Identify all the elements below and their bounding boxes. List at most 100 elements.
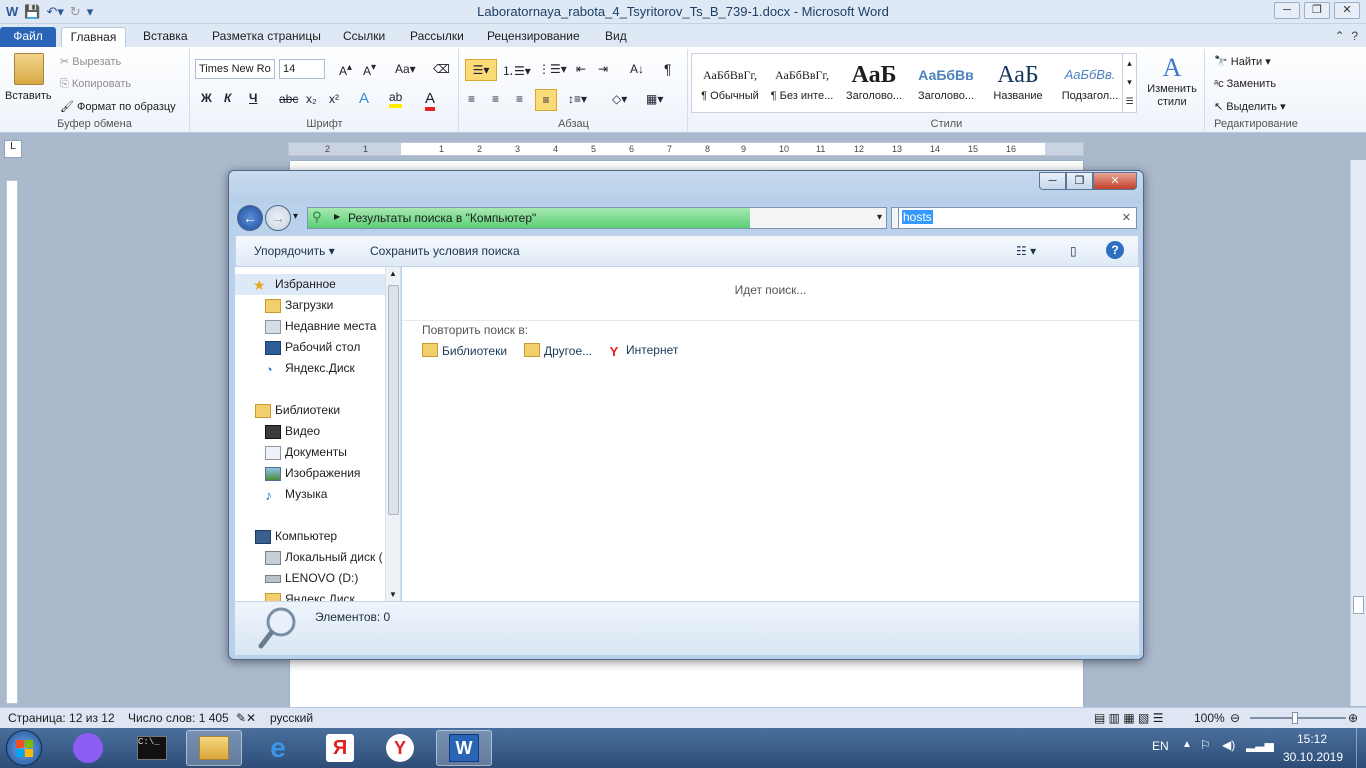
style-heading-2[interactable]: АаБбВв Заголово...: [910, 60, 982, 112]
style-no-spacing[interactable]: АаБбВвГг, ¶ Без инте...: [766, 60, 838, 112]
font-color-icon[interactable]: A: [425, 90, 436, 111]
organize-button[interactable]: Упорядочить ▾: [254, 244, 335, 258]
clear-search-icon[interactable]: ✕: [1122, 211, 1131, 224]
nav-downloads[interactable]: Загрузки: [235, 295, 385, 316]
decrease-indent-icon[interactable]: ⇤: [576, 62, 586, 76]
shading-icon[interactable]: ◇▾: [612, 92, 627, 106]
horizontal-ruler[interactable]: 2 1 1 2 3 4 5 6 7 8 9 10 11 12 13 14 15 …: [288, 142, 1084, 156]
view-options-icon[interactable]: ☷ ▾: [1016, 244, 1036, 258]
nav-libraries[interactable]: Библиотеки: [235, 400, 385, 421]
borders-icon[interactable]: ▦▾: [646, 92, 663, 106]
increase-indent-icon[interactable]: ⇥: [598, 62, 608, 76]
change-case-icon[interactable]: Aa▾: [395, 62, 416, 76]
clock-date[interactable]: 30.10.2019: [1278, 750, 1348, 764]
explorer-close-button[interactable]: ✕: [1093, 172, 1137, 190]
nav-documents[interactable]: Документы: [235, 442, 385, 463]
address-bar[interactable]: ⚲ ▶ Результаты поиска в "Компьютер" ▾: [307, 207, 887, 229]
word-count[interactable]: Число слов: 1 405: [128, 711, 229, 725]
nav-scroll-thumb[interactable]: [388, 285, 399, 515]
format-painter-button[interactable]: 🖌 Формат по образцу: [60, 100, 176, 113]
view-mode-icons[interactable]: ▤ ▥ ▦ ▧ ☰: [1094, 711, 1163, 725]
recent-pages-icon[interactable]: ▾: [293, 211, 298, 222]
align-left-icon[interactable]: ≡: [468, 92, 475, 106]
tab-page-layout[interactable]: Разметка страницы: [212, 27, 321, 47]
justify-icon[interactable]: ≡: [535, 89, 557, 111]
copy-button[interactable]: ⎘ Копировать: [60, 78, 131, 91]
nav-yandex-disk-computer[interactable]: Яндекс.Диск: [235, 589, 385, 601]
breadcrumb-arrow-icon[interactable]: ▶: [334, 212, 340, 221]
zoom-out-icon[interactable]: ⊖: [1230, 711, 1240, 725]
subscript-icon[interactable]: x₂: [306, 92, 317, 106]
sort-icon[interactable]: A↓: [630, 62, 644, 76]
clock-time[interactable]: 15:12: [1282, 732, 1342, 746]
superscript-icon[interactable]: x²: [329, 92, 339, 106]
document-vertical-scrollbar[interactable]: [1350, 160, 1366, 706]
tab-file[interactable]: Файл: [0, 27, 56, 47]
numbering-icon[interactable]: ⒈☰▾: [502, 62, 531, 79]
bullets-icon[interactable]: ☰▾: [465, 59, 497, 81]
nav-desktop[interactable]: Рабочий стол: [235, 337, 385, 358]
nav-recent-places[interactable]: Недавние места: [235, 316, 385, 337]
help-icon[interactable]: ?: [1106, 241, 1124, 259]
italic-button[interactable]: К: [224, 91, 231, 105]
nav-favorites[interactable]: ★ Избранное: [235, 274, 385, 295]
underline-button[interactable]: Ч: [249, 91, 257, 105]
zoom-level[interactable]: 100%: [1194, 711, 1225, 725]
strikethrough-icon[interactable]: abc: [279, 92, 298, 106]
zoom-slider[interactable]: [1250, 717, 1346, 719]
input-language[interactable]: EN: [1152, 739, 1169, 753]
show-desktop-button[interactable]: [1356, 728, 1366, 768]
repeat-in-libraries[interactable]: Библиотеки: [422, 343, 507, 358]
highlight-icon[interactable]: ab: [389, 90, 403, 108]
start-button[interactable]: [6, 730, 42, 766]
language-indicator[interactable]: русский: [270, 711, 313, 725]
tab-mailings[interactable]: Рассылки: [410, 27, 464, 47]
find-button[interactable]: 🔭 Найти ▾: [1214, 55, 1271, 68]
tab-references[interactable]: Ссылки: [343, 27, 385, 47]
nav-music[interactable]: ♪ Музыка: [235, 484, 385, 505]
close-button[interactable]: ✕: [1334, 2, 1360, 19]
zoom-in-icon[interactable]: ⊕: [1348, 711, 1358, 725]
network-warning-icon[interactable]: ⚐: [1200, 738, 1211, 752]
nav-local-disk[interactable]: Локальный диск (: [235, 547, 385, 568]
repeat-in-other[interactable]: Другое...: [524, 343, 592, 358]
nav-video[interactable]: Видео: [235, 421, 385, 442]
style-heading-1[interactable]: АаБ Заголово...: [838, 60, 910, 112]
nav-pictures[interactable]: Изображения: [235, 463, 385, 484]
align-right-icon[interactable]: ≡: [516, 92, 523, 106]
taskbar-word[interactable]: W: [436, 730, 492, 766]
taskbar-yandex[interactable]: Я: [312, 730, 368, 766]
multilevel-list-icon[interactable]: ⋮☰▾: [538, 62, 567, 76]
scroll-up-icon[interactable]: ▲: [389, 269, 397, 278]
select-button[interactable]: ↖ Выделить ▾: [1214, 100, 1286, 113]
tab-home[interactable]: Главная: [61, 27, 126, 47]
line-spacing-icon[interactable]: ↕≡▾: [568, 92, 587, 106]
forward-button[interactable]: →: [265, 205, 291, 231]
back-button[interactable]: ←: [237, 205, 263, 231]
nav-computer[interactable]: Компьютер: [235, 526, 385, 547]
proofing-icon[interactable]: ✎✕: [236, 711, 256, 725]
tab-insert[interactable]: Вставка: [143, 27, 188, 47]
search-box[interactable]: hosts ✕: [898, 207, 1137, 229]
show-hidden-icons[interactable]: ▲: [1182, 739, 1192, 750]
minimize-button[interactable]: ─: [1274, 2, 1300, 19]
clear-formatting-icon[interactable]: ⌫: [433, 62, 450, 76]
preview-pane-icon[interactable]: ▯: [1070, 244, 1077, 258]
zoom-slider-thumb[interactable]: [1292, 712, 1298, 724]
ribbon-help-controls[interactable]: ⌃ ?: [1335, 29, 1358, 43]
maximize-button[interactable]: ❐: [1304, 2, 1330, 19]
font-size-select[interactable]: 14: [279, 59, 325, 79]
taskbar-internet-explorer[interactable]: e: [250, 730, 306, 766]
change-styles-button[interactable]: A Изменить стили: [1144, 53, 1200, 109]
repeat-in-internet[interactable]: Y Интернет: [606, 343, 679, 359]
show-marks-icon[interactable]: ¶: [664, 61, 672, 77]
paste-icon[interactable]: [14, 53, 44, 85]
nav-lenovo-drive[interactable]: LENOVO (D:): [235, 568, 385, 589]
taskbar-alice[interactable]: [60, 730, 116, 766]
taskbar-explorer[interactable]: [186, 730, 242, 766]
signal-icon[interactable]: ▂▃▅: [1246, 738, 1274, 752]
search-input[interactable]: [902, 210, 1122, 226]
text-effects-icon[interactable]: A: [359, 90, 369, 107]
style-normal[interactable]: АаБбВвГг, ¶ Обычный: [694, 60, 766, 112]
explorer-maximize-button[interactable]: ❐: [1066, 172, 1093, 190]
